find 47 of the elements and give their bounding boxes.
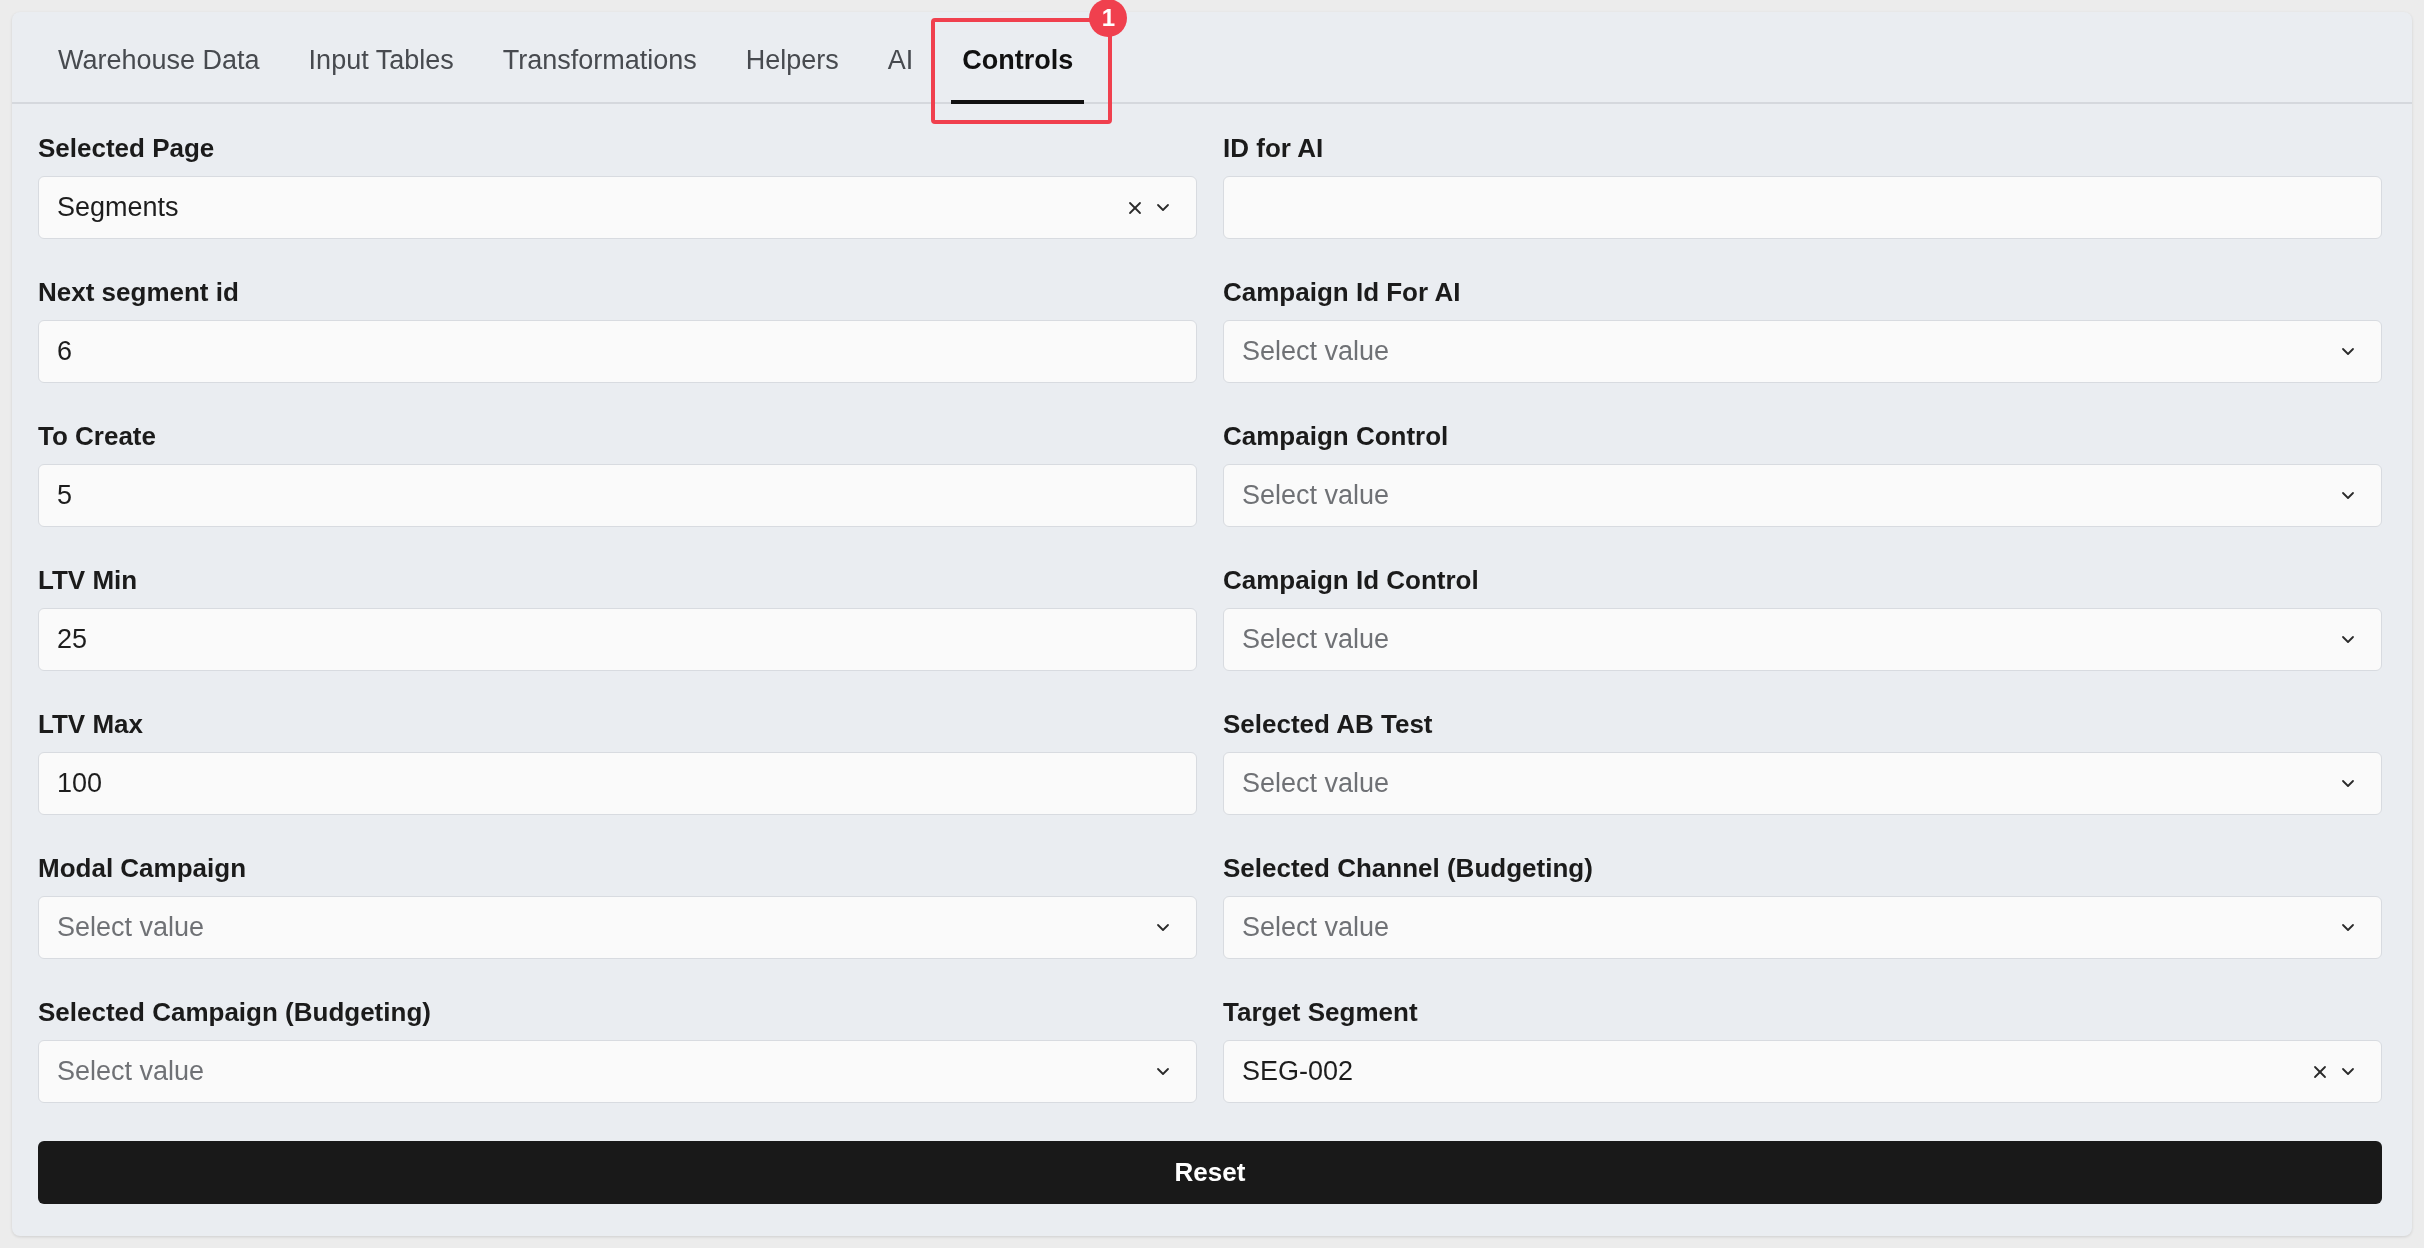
text-field[interactable] — [1223, 176, 2382, 239]
field-label: Selected AB Test — [1223, 709, 1434, 739]
chevron-down-icon[interactable] — [2341, 491, 2355, 500]
select-field[interactable]: Select value — [38, 896, 1197, 959]
field-label: Campaign Id Control — [1223, 565, 1480, 595]
chevron-down-icon[interactable] — [2341, 779, 2355, 788]
select-field[interactable]: Select value — [1223, 320, 2382, 383]
text-field[interactable]: 6 — [38, 320, 1197, 383]
tab[interactable]: Input Tables — [297, 12, 465, 104]
field-label: ID for AI — [1223, 133, 1325, 163]
reset-button[interactable]: Reset — [38, 1141, 2382, 1204]
tab[interactable]: Transformations — [491, 12, 708, 104]
field-label: Next segment id — [38, 277, 240, 307]
field-label: LTV Min — [38, 565, 139, 595]
select-field[interactable]: Segments — [38, 176, 1197, 239]
chevron-down-icon[interactable] — [2341, 1067, 2355, 1076]
tab[interactable]: Warehouse Data — [47, 12, 271, 104]
field-label: LTV Max — [38, 709, 144, 739]
select-field[interactable]: Select value — [1223, 464, 2382, 527]
chevron-down-icon[interactable] — [2341, 923, 2355, 932]
chevron-down-icon[interactable] — [2341, 635, 2355, 644]
select-field[interactable]: SEG-002 — [1223, 1040, 2382, 1103]
field-label: Modal Campaign — [38, 853, 247, 883]
chevron-down-icon[interactable] — [1156, 923, 1170, 932]
field-label: Selected Channel (Budgeting) — [1223, 853, 1594, 883]
chevron-down-icon[interactable] — [2341, 347, 2355, 356]
field-label: To Create — [38, 421, 157, 451]
tab[interactable]: AI — [876, 12, 925, 104]
field-label: Selected Page — [38, 133, 216, 163]
select-field[interactable]: Select value — [1223, 752, 2382, 815]
clear-icon[interactable] — [2313, 1064, 2327, 1079]
field-label: Selected Campaign (Budgeting) — [38, 997, 432, 1027]
chevron-down-icon[interactable] — [1156, 1067, 1170, 1076]
text-field[interactable]: 5 — [38, 464, 1197, 527]
text-field[interactable]: 100 — [38, 752, 1197, 815]
select-field[interactable]: Select value — [38, 1040, 1197, 1103]
field-label: Campaign Id For AI — [1223, 277, 1462, 307]
select-field[interactable]: Select value — [1223, 896, 2382, 959]
tab[interactable]: Helpers — [734, 12, 850, 104]
field-label: Target Segment — [1223, 997, 1419, 1027]
clear-icon[interactable] — [1128, 200, 1142, 215]
step-number-badge: 1 — [1089, 0, 1128, 37]
select-field[interactable]: Select value — [1223, 608, 2382, 671]
field-label: Campaign Control — [1223, 421, 1450, 451]
text-field[interactable]: 25 — [38, 608, 1197, 671]
tab[interactable]: Controls — [951, 12, 1085, 104]
chevron-down-icon[interactable] — [1156, 203, 1170, 212]
